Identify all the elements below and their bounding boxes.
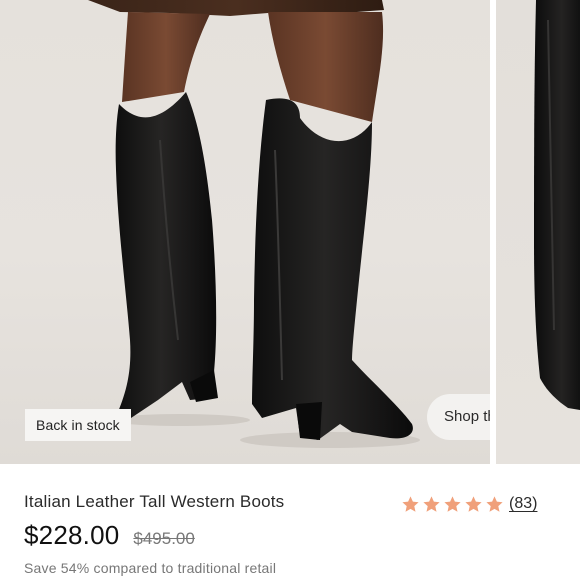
sale-price: $228.00 [24,520,120,550]
product-rating[interactable]: (83) [401,493,537,515]
next-image-slide-peek[interactable] [496,0,580,464]
back-in-stock-badge: Back in stock [25,409,131,441]
star-icon [465,495,482,512]
star-icon [444,495,461,512]
image-gallery[interactable]: Back in stock Shop the Look [0,0,580,464]
price-row: $228.00 $495.00 [24,520,195,551]
original-price: $495.00 [133,529,195,548]
product-title[interactable]: Italian Leather Tall Western Boots [24,492,284,512]
next-product-photo [534,0,580,410]
savings-text: Save 54% compared to traditional retail [24,560,277,576]
star-icon [423,495,440,512]
product-image-slide[interactable]: Back in stock Shop the Look [0,0,490,464]
shop-the-look-button[interactable]: Shop the Look [427,394,490,440]
product-photo [88,0,420,448]
rating-stars [401,495,504,514]
product-info: Italian Leather Tall Western Boots (83) … [0,464,580,580]
star-icon [402,495,419,512]
review-count-link[interactable]: (83) [509,495,537,513]
star-icon [486,495,503,512]
